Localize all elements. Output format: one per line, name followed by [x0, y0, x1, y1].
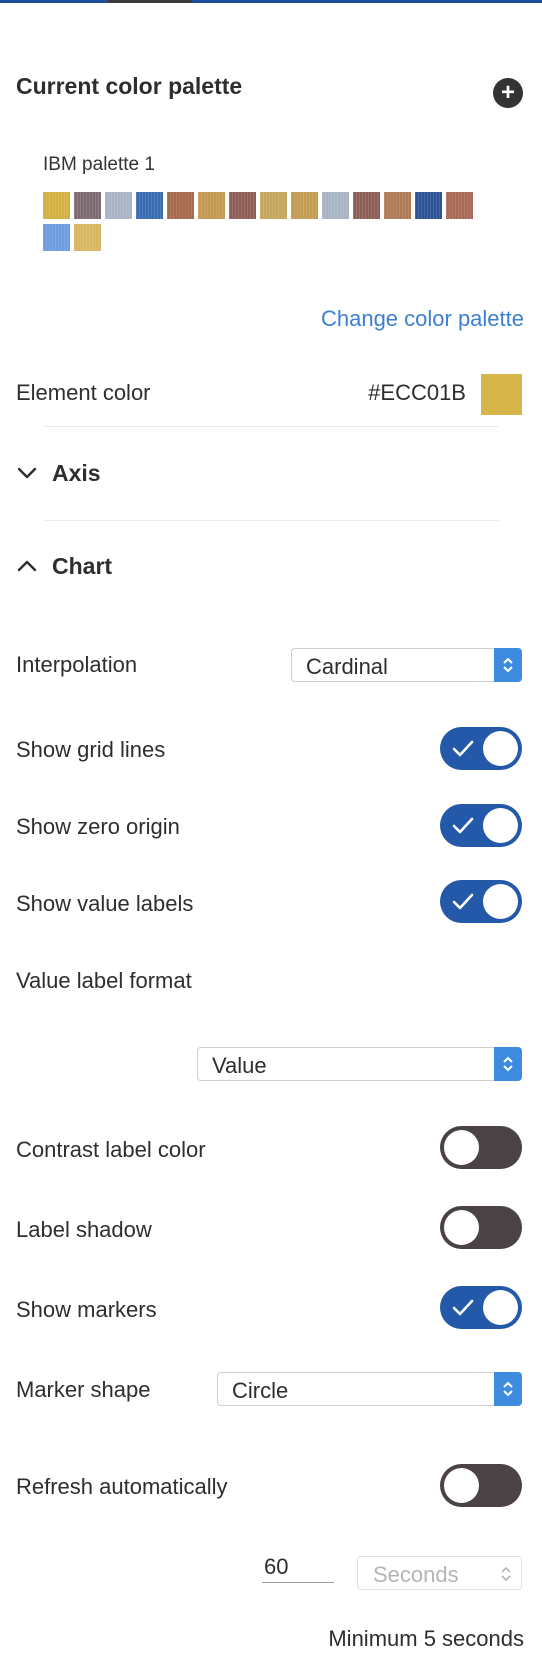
- check-icon: [452, 740, 474, 757]
- chart-section-header[interactable]: Chart: [16, 551, 112, 581]
- contrast-label-color-toggle[interactable]: [440, 1126, 522, 1169]
- marker-shape-select[interactable]: Circle: [217, 1372, 522, 1406]
- select-arrows-icon: [501, 1566, 511, 1582]
- value-label-format-value: Value: [212, 1053, 267, 1078]
- palette-swatch[interactable]: [43, 224, 70, 251]
- label-shadow-toggle[interactable]: [440, 1206, 522, 1249]
- toggle-knob: [483, 884, 518, 919]
- palette-name: IBM palette 1: [43, 154, 155, 175]
- show-grid-lines-label: Show grid lines: [16, 737, 166, 762]
- interpolation-select[interactable]: Cardinal: [291, 648, 522, 682]
- divider: [43, 520, 499, 521]
- palette-swatch[interactable]: [167, 192, 194, 219]
- active-tab-indicator: [108, 0, 192, 3]
- marker-shape-label: Marker shape: [16, 1377, 151, 1402]
- interpolation-label: Interpolation: [16, 652, 138, 677]
- select-arrows-icon: [494, 648, 522, 682]
- toggle-knob: [483, 1290, 518, 1325]
- show-zero-origin-toggle[interactable]: [440, 804, 522, 847]
- refresh-automatically-toggle[interactable]: [440, 1464, 522, 1507]
- element-color-swatch[interactable]: [481, 374, 522, 415]
- toggle-knob: [444, 1210, 479, 1245]
- minimum-interval-hint: Minimum 5 seconds: [328, 1626, 524, 1651]
- axis-section-label: Axis: [52, 459, 101, 486]
- refresh-interval-input[interactable]: [262, 1551, 334, 1583]
- palette-section-title: Current color palette: [16, 73, 243, 99]
- palette-swatch[interactable]: [43, 192, 70, 219]
- check-icon: [452, 817, 474, 834]
- show-value-labels-toggle[interactable]: [440, 880, 522, 923]
- element-color-hex: #ECC01B: [368, 380, 466, 405]
- toggle-knob: [483, 808, 518, 843]
- refresh-automatically-label: Refresh automatically: [16, 1474, 228, 1499]
- top-accent-bar: [0, 0, 542, 3]
- show-markers-label: Show markers: [16, 1297, 157, 1322]
- toggle-knob: [483, 731, 518, 766]
- toggle-knob: [444, 1130, 479, 1165]
- check-icon: [452, 893, 474, 910]
- show-zero-origin-label: Show zero origin: [16, 814, 180, 839]
- palette-swatch[interactable]: [260, 192, 287, 219]
- marker-shape-value: Circle: [232, 1378, 289, 1403]
- chart-section-label: Chart: [52, 552, 113, 579]
- palette-swatch[interactable]: [291, 192, 318, 219]
- change-color-palette-link[interactable]: Change color palette: [321, 306, 524, 332]
- palette-swatch[interactable]: [105, 192, 132, 219]
- palette-swatch[interactable]: [384, 192, 411, 219]
- value-label-format-select[interactable]: Value: [197, 1047, 522, 1081]
- toggle-knob: [444, 1468, 479, 1503]
- divider: [43, 426, 499, 427]
- value-label-format-label: Value label format: [16, 968, 192, 993]
- contrast-label-color-label: Contrast label color: [16, 1137, 206, 1162]
- chevron-up-icon: [17, 560, 37, 572]
- palette-swatch[interactable]: [446, 192, 473, 219]
- palette-swatch[interactable]: [74, 192, 101, 219]
- select-arrows-icon: [494, 1047, 522, 1081]
- refresh-unit-value: Seconds: [373, 1562, 459, 1587]
- show-markers-toggle[interactable]: [440, 1286, 522, 1329]
- show-grid-lines-toggle[interactable]: [440, 727, 522, 770]
- check-icon: [452, 1299, 474, 1316]
- axis-section-header[interactable]: Axis: [16, 458, 101, 488]
- palette-swatch[interactable]: [322, 192, 349, 219]
- chevron-down-icon: [17, 467, 37, 479]
- palette-swatch[interactable]: [136, 192, 163, 219]
- label-shadow-label: Label shadow: [16, 1217, 152, 1242]
- show-value-labels-label: Show value labels: [16, 891, 194, 916]
- palette-swatch[interactable]: [229, 192, 256, 219]
- refresh-unit-select[interactable]: Seconds: [357, 1556, 522, 1590]
- plus-circle-icon[interactable]: +: [493, 78, 523, 108]
- palette-swatch[interactable]: [415, 192, 442, 219]
- element-color-label: Element color: [16, 380, 151, 405]
- palette-swatch[interactable]: [198, 192, 225, 219]
- palette-swatch[interactable]: [74, 224, 101, 251]
- palette-swatch[interactable]: [353, 192, 380, 219]
- select-arrows-icon: [494, 1372, 522, 1406]
- interpolation-value: Cardinal: [306, 654, 388, 679]
